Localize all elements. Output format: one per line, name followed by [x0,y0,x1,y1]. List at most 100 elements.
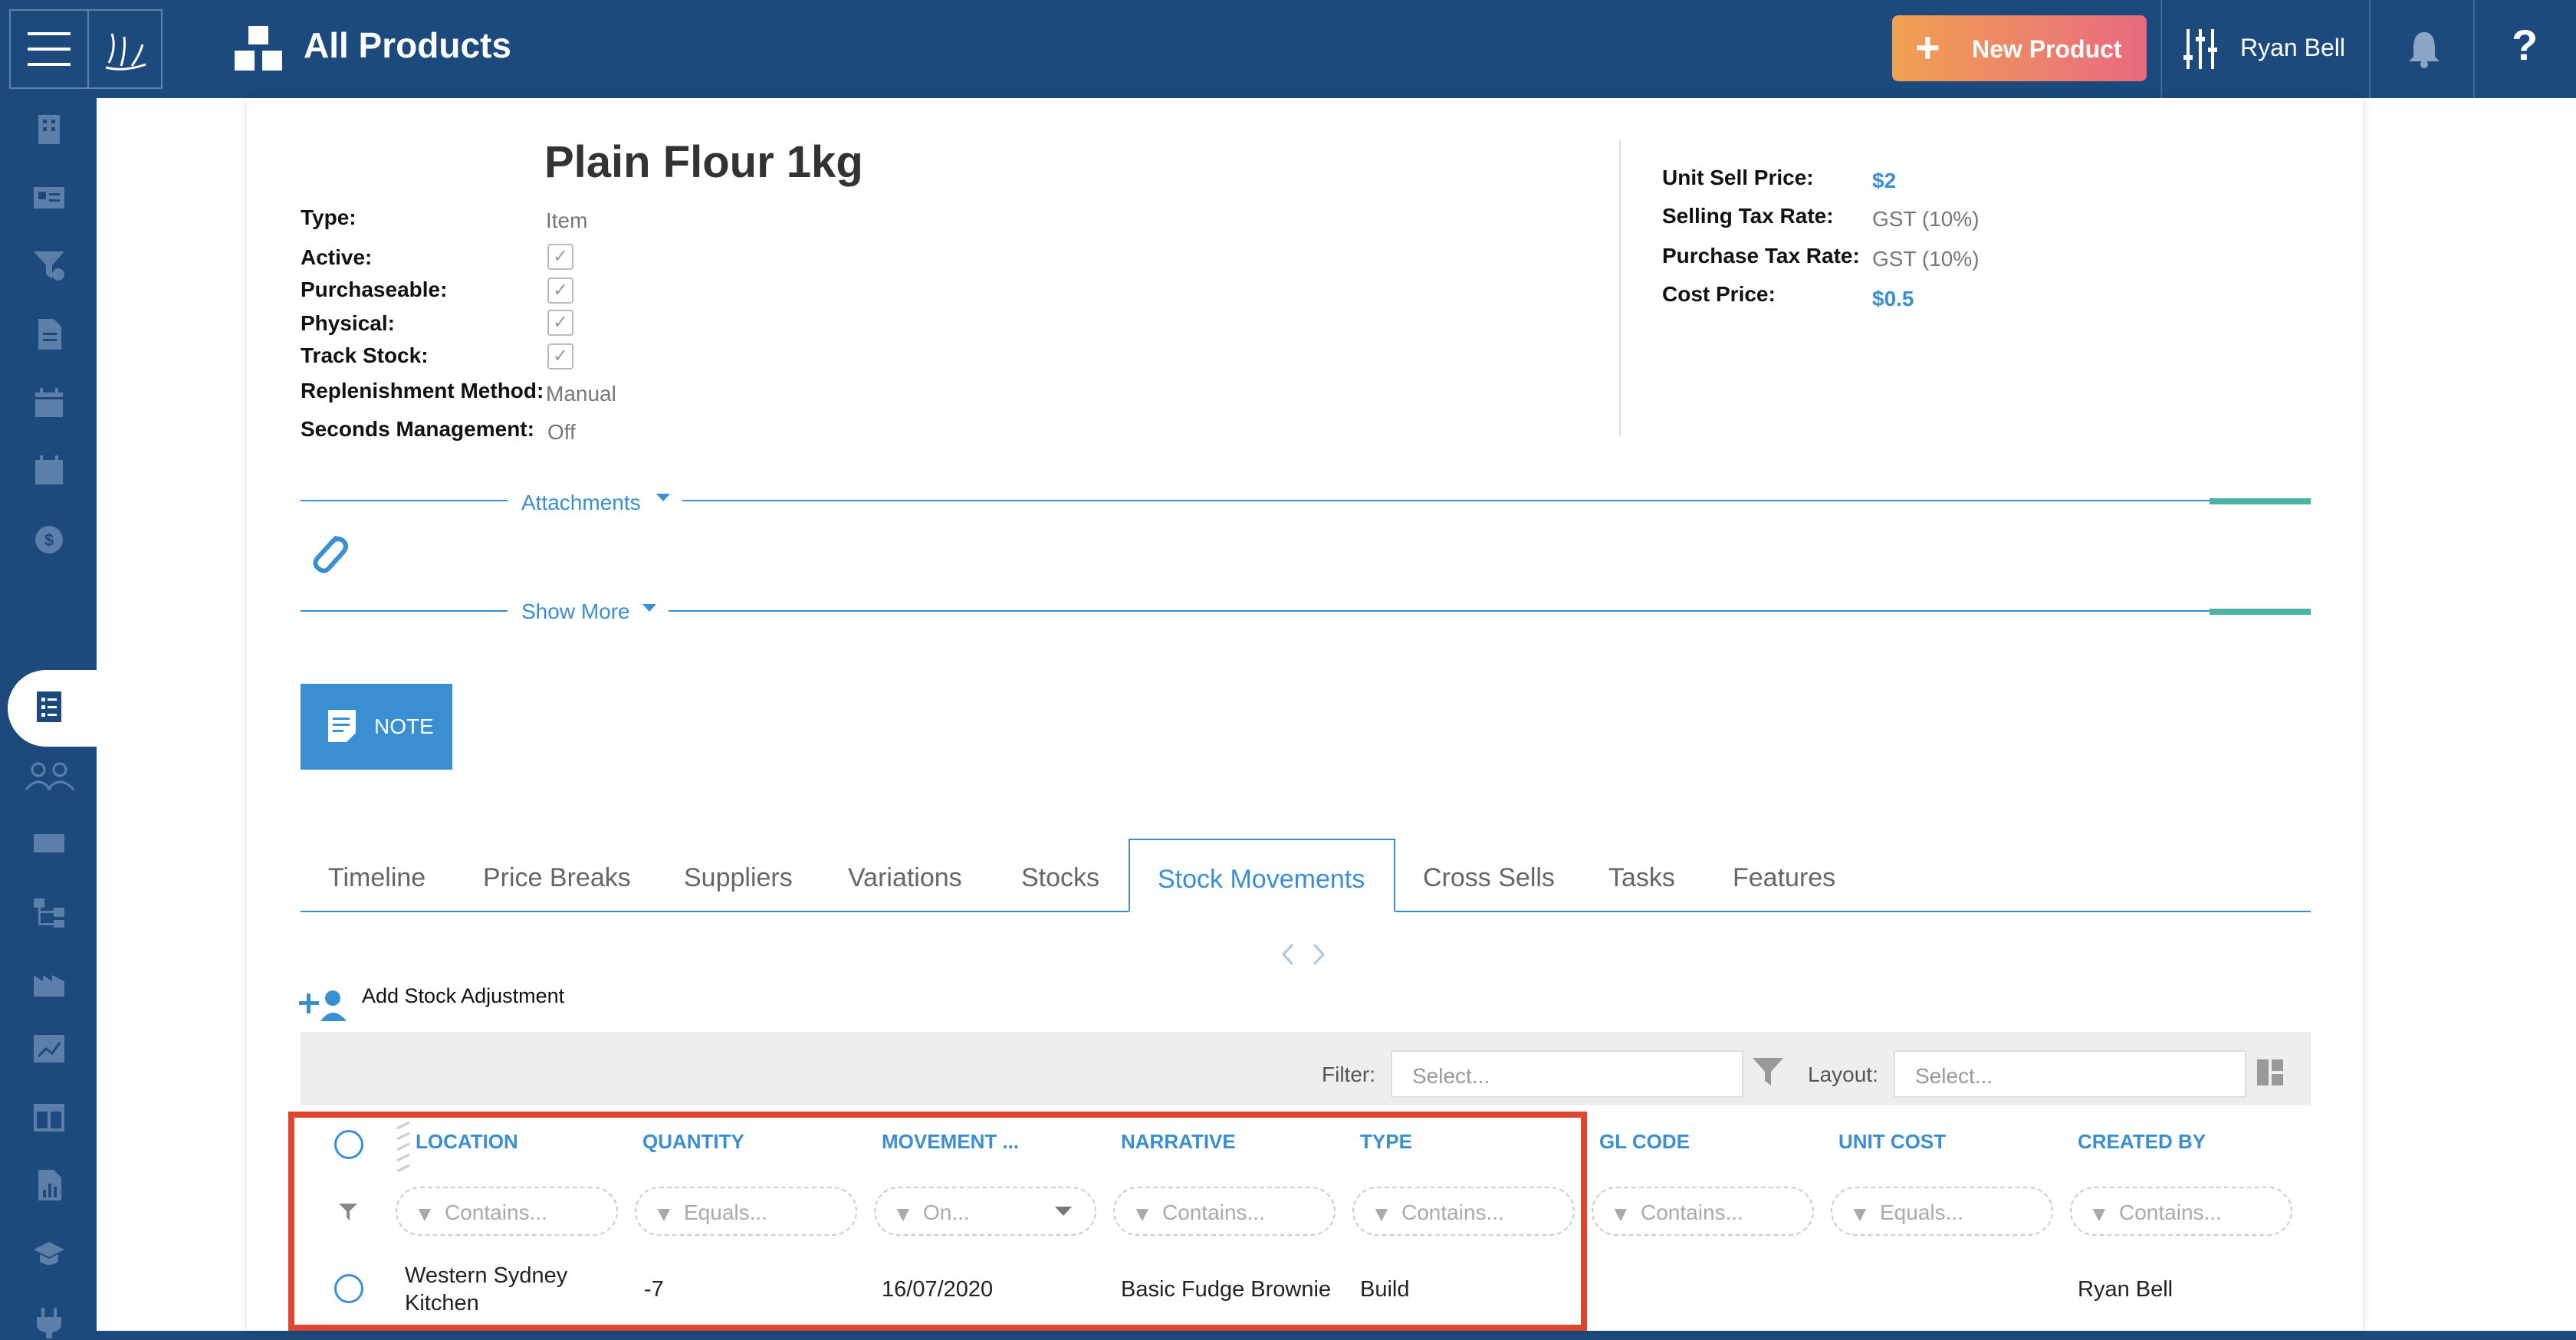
filter-placeholder: Select... [1412,1064,1490,1088]
type-value: Item [546,209,588,232]
product-title: Plain Flour 1kg [544,137,863,187]
col-header-unit-cost[interactable]: UNIT COST [1838,1130,1946,1154]
show-more-teal-bar [2210,609,2311,615]
layout-select[interactable]: Select... [1894,1050,2246,1098]
funnel-dollar-icon[interactable] [32,248,66,282]
tab-variations[interactable]: Variations [848,863,962,893]
funnel-icon: ▼ [2088,1202,2110,1226]
top-separator [2369,0,2371,98]
graduation-cap-icon[interactable] [32,1237,66,1271]
filter-gl-code[interactable]: ▼ Contains... [1592,1187,1814,1236]
col-header-gl-code[interactable]: GL CODE [1599,1130,1690,1154]
layout-placeholder: Select... [1915,1064,1993,1088]
filter-funnel-icon[interactable] [1753,1056,1783,1085]
new-product-button[interactable]: + New Product [1892,15,2147,81]
note-button[interactable]: NOTE [301,684,452,770]
top-bar: All Products + New Product Ryan Bell ? [0,0,2576,98]
hierarchy-icon[interactable] [32,895,66,929]
filter-unit-cost[interactable]: ▼ Equals... [1831,1187,2053,1236]
user-name[interactable]: Ryan Bell [2240,34,2345,62]
seconds-label: Seconds Management: [301,417,534,441]
filter-created-by-placeholder: Contains... [2119,1200,2222,1224]
funnel-icon: ▼ [1849,1202,1871,1226]
building-icon[interactable] [32,112,66,146]
purchase-tax-value: GST (10%) [1872,247,1980,271]
add-user-icon[interactable] [299,986,348,1023]
active-checkbox[interactable]: ✓ [547,244,573,270]
layout-grid-toggle-icon[interactable] [2257,1059,2283,1085]
layout-label: Layout: [1808,1062,1878,1086]
chevron-right-icon[interactable] [1311,943,1326,966]
bar-report-icon[interactable] [32,1168,66,1202]
checklist-icon[interactable] [32,690,66,724]
tab-tasks[interactable]: Tasks [1608,863,1675,893]
highlight-box [288,1112,1587,1331]
track-stock-checkbox[interactable]: ✓ [547,343,573,369]
caret-down-icon[interactable] [642,604,656,613]
physical-checkbox[interactable]: ✓ [547,310,573,336]
layout-grid-icon[interactable] [32,1101,66,1135]
replenishment-value: Manual [546,382,616,406]
top-separator [2160,0,2162,98]
tab-cross-sells[interactable]: Cross Sells [1423,863,1555,893]
chevron-left-icon[interactable] [1280,943,1296,966]
plus-icon: + [1915,23,1940,71]
sidebar: $ [0,98,97,1338]
show-more-line-right [669,610,2311,612]
track-stock-label: Track Stock: [301,343,429,367]
attachments-toggle[interactable]: Attachments [521,491,641,515]
calendar-alt-icon[interactable] [32,454,66,488]
help-icon[interactable]: ? [2512,20,2538,70]
filter-unit-cost-placeholder: Equals... [1880,1200,1963,1224]
funnel-icon: ▼ [1610,1202,1631,1226]
selling-tax-label: Selling Tax Rate: [1662,204,1834,228]
menu-box [9,9,163,89]
active-label: Active: [301,245,373,269]
bell-icon[interactable] [2407,29,2441,69]
physical-label: Physical: [301,311,395,335]
add-stock-adjustment-link[interactable]: Add Stock Adjustment [362,984,564,1008]
document-icon[interactable] [32,317,66,351]
calendar-icon[interactable] [32,386,66,420]
hamburger-icon[interactable] [28,31,71,67]
filter-select[interactable]: Select... [1391,1050,1743,1098]
sliders-icon[interactable] [2183,29,2217,69]
tab-stocks[interactable]: Stocks [1021,863,1099,893]
users-icon[interactable] [23,759,77,793]
ticket-icon[interactable] [32,826,66,860]
note-label: NOTE [374,714,434,738]
svg-text:$: $ [44,530,54,550]
trend-chart-icon[interactable] [32,1032,66,1066]
cell-created-by: Ryan Bell [2078,1277,2174,1302]
show-more-toggle[interactable]: Show More [521,599,630,624]
tab-suppliers[interactable]: Suppliers [684,863,793,893]
boxes-icon [235,26,282,71]
dollar-icon[interactable]: $ [32,523,66,557]
purchase-tax-label: Purchase Tax Rate: [1662,244,1860,268]
unit-sell-label: Unit Sell Price: [1662,166,1814,189]
factory-icon[interactable] [32,964,66,998]
top-separator [2473,0,2475,98]
vertical-divider [1619,140,1621,435]
purchaseable-checkbox[interactable]: ✓ [547,278,573,304]
type-label: Type: [301,205,356,229]
attachments-line-right [682,500,2311,501]
tab-timeline[interactable]: Timeline [328,863,426,893]
attachments-line-left [301,500,508,501]
show-more-line-left [301,610,508,612]
replenishment-label: Replenishment Method: [301,379,544,402]
leaf-logo-icon [105,33,146,71]
note-icon [328,710,356,742]
paperclip-icon[interactable] [305,529,350,576]
page-title: All Products [304,25,511,65]
tab-stock-movements[interactable]: Stock Movements [1158,865,1365,895]
col-header-created-by[interactable]: CREATED BY [2078,1130,2206,1154]
filter-created-by[interactable]: ▼ Contains... [2070,1187,2292,1236]
tab-price-breaks[interactable]: Price Breaks [483,863,631,893]
id-card-icon[interactable] [32,181,66,215]
cost-price-label: Cost Price: [1662,282,1776,306]
unit-sell-value: $2 [1872,169,1897,192]
tab-features[interactable]: Features [1733,863,1835,893]
caret-down-icon[interactable] [656,494,670,503]
plug-icon[interactable] [32,1306,66,1340]
